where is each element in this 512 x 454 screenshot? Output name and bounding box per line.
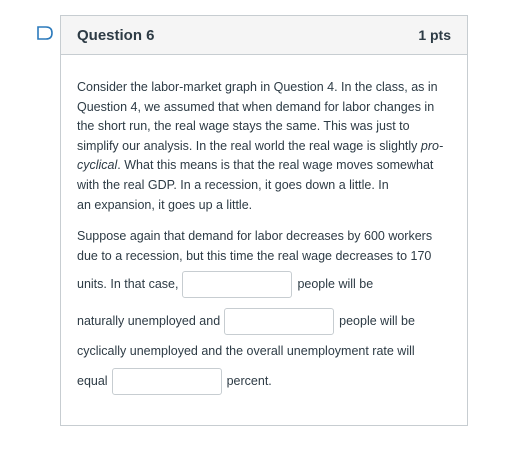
prompt-line-5: cyclically unemployed and the overall un…	[77, 340, 451, 363]
context-italic-text: cyclical	[77, 158, 118, 173]
flag-question-icon[interactable]	[36, 25, 54, 41]
context-line: simplify our analysis. In the real world…	[77, 138, 421, 153]
question-title: Question 6	[77, 26, 155, 44]
context-line: an expansion, it goes up a little.	[77, 197, 253, 212]
context-line: . What this means is that the real wage …	[117, 158, 434, 173]
context-line: the short run, the real wage stays the s…	[77, 119, 410, 134]
question-header: Question 6 1 pts	[61, 16, 467, 55]
question-points: 1 pts	[418, 27, 451, 43]
prompt-text: percent.	[226, 374, 272, 389]
prompt-text: cyclically unemployed and the overall un…	[77, 344, 415, 359]
context-line: Question 4, we assumed that when demand …	[77, 99, 435, 114]
unemployment-rate-input[interactable]	[111, 368, 222, 396]
prompt-text: people will be	[297, 277, 374, 292]
prompt-text: naturally unemployed and	[77, 314, 221, 329]
prompt-text: people will be	[339, 314, 415, 329]
context-line: with the real GDP. In a recession, it go…	[77, 177, 389, 192]
prompt-text: equal	[77, 374, 108, 389]
cyclical-unemployed-input[interactable]	[224, 308, 335, 336]
prompt-line: Suppose again that demand for labor decr…	[77, 229, 433, 244]
question-paragraph-prompt: Suppose again that demand for labor decr…	[77, 227, 451, 266]
fill-line-2: naturally unemployed and people will be	[77, 303, 451, 340]
natural-unemployed-input[interactable]	[182, 271, 293, 299]
prompt-line: due to a recession, but this time the re…	[77, 248, 432, 263]
context-line: Consider the labor-market graph in Quest…	[77, 80, 438, 94]
fill-line-3: equal percent.	[77, 363, 451, 400]
context-italic-text: pro-	[420, 138, 444, 153]
question-card: Question 6 1 pts Consider the labor-mark…	[60, 15, 468, 426]
question-paragraph-context: Consider the labor-market graph in Quest…	[77, 78, 451, 215]
fill-line-1: units. In that case, people will be	[77, 266, 451, 303]
question-body: Consider the labor-market graph in Quest…	[61, 55, 467, 400]
prompt-text: units. In that case,	[77, 277, 179, 292]
